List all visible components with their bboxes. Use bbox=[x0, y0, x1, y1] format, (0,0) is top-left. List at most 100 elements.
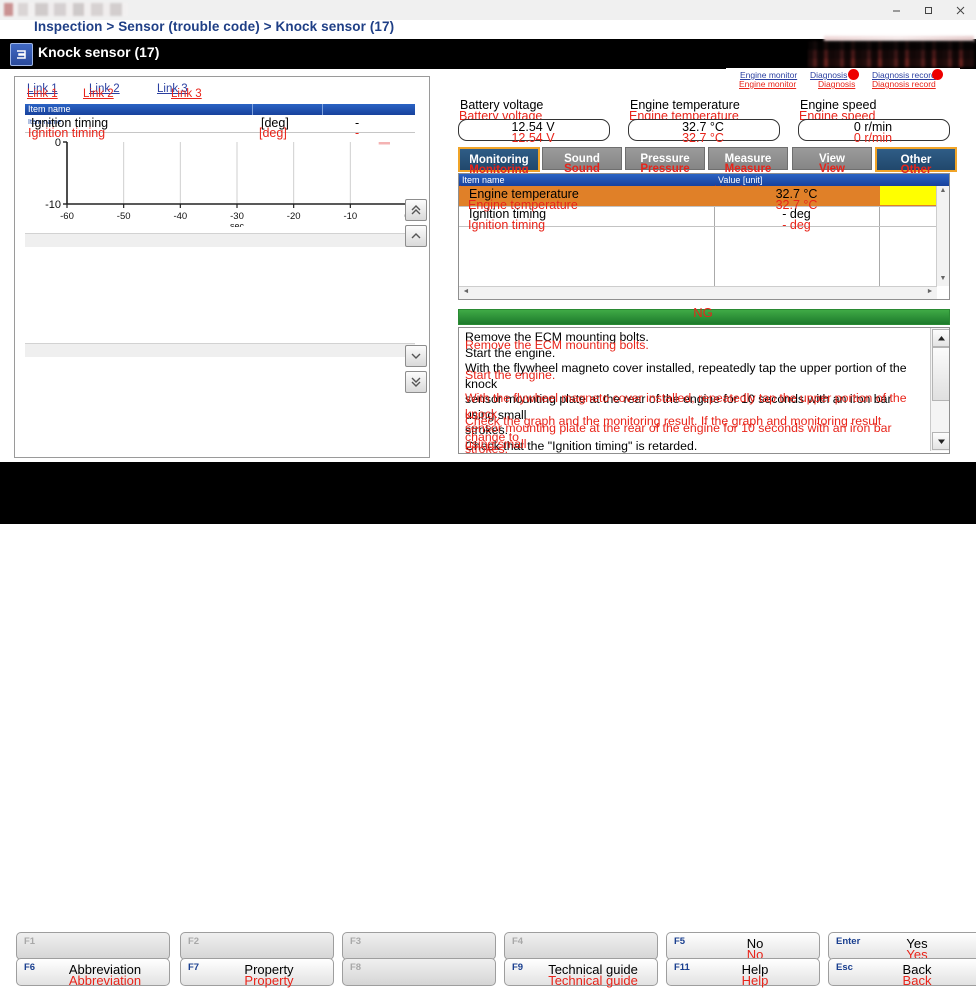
engine-temperature-label: Engine temperature Engine temperature bbox=[629, 98, 740, 123]
graph-empty-area-1 bbox=[25, 247, 415, 343]
graph-panel: Link 1 Link 1 Link 2 Link 2 Link 3 Link … bbox=[14, 76, 430, 458]
engine-monitor-link[interactable]: Engine monitor Engine monitor bbox=[739, 70, 797, 89]
tab-sound[interactable]: Sound Sound bbox=[542, 147, 622, 175]
scrollbar-thumb[interactable] bbox=[932, 347, 949, 401]
status-badge: NG bbox=[693, 305, 713, 320]
tab-pressure[interactable]: Pressure Pressure bbox=[625, 147, 705, 175]
function-key-f7-code: F7 bbox=[188, 962, 200, 973]
function-key-f3-code: F3 bbox=[350, 936, 362, 947]
diagnosis-record-link[interactable]: Diagnosis record Diagnosis record bbox=[872, 70, 936, 89]
engine-speed-label: Engine speed Engine speed bbox=[799, 98, 877, 123]
data-grid-vertical-scrollbar[interactable]: ▲ ▼ bbox=[936, 186, 949, 286]
function-key-f11-code: F11 bbox=[674, 962, 690, 973]
engine-temperature-value: 32.7 °C 32.7 °C bbox=[628, 120, 778, 145]
engine-speed-value: 0 r/min 0 r/min bbox=[798, 120, 948, 145]
graph-grid-row[interactable]: Item name Ignition timing [deg] - Igniti… bbox=[25, 115, 415, 140]
function-key-esc-label: Back Back bbox=[902, 962, 932, 988]
header-redacted-block bbox=[808, 41, 974, 67]
scroll-up-icon[interactable]: ▲ bbox=[938, 187, 948, 197]
function-key-f6-abbreviation[interactable]: F6 Abbreviation Abbreviation bbox=[16, 958, 170, 988]
scroll-down-icon[interactable] bbox=[405, 345, 427, 367]
function-key-f8[interactable]: F8 bbox=[342, 958, 496, 986]
scroll-left-icon[interactable]: ◄ bbox=[461, 288, 471, 298]
function-key-f7-property[interactable]: F7 Property Property bbox=[180, 958, 334, 988]
scroll-page-down-icon[interactable] bbox=[405, 371, 427, 393]
data-grid-header-item-name: Item name Item name bbox=[459, 174, 505, 194]
data-grid-header-value: Value [unit] Value [unit] bbox=[715, 174, 762, 194]
graph-scroll-up-buttons bbox=[405, 199, 427, 251]
tab-other[interactable]: Other Other bbox=[875, 147, 957, 176]
diagnosis-record-status-dot-icon bbox=[932, 69, 943, 80]
function-key-f1-code: F1 bbox=[24, 936, 36, 947]
function-key-f2[interactable]: F2 bbox=[180, 932, 334, 960]
function-key-esc-back[interactable]: Esc Back Back bbox=[828, 958, 976, 988]
function-key-f6-label: Abbreviation Abbreviation bbox=[68, 962, 142, 988]
function-key-f11-help[interactable]: F11 Help Help bbox=[666, 958, 820, 988]
scroll-up-icon[interactable] bbox=[932, 329, 949, 347]
function-key-f8-code: F8 bbox=[350, 962, 362, 973]
function-key-f5-no[interactable]: F5 No No bbox=[666, 932, 820, 962]
link-1-overlay: Link 1 bbox=[27, 88, 58, 100]
link-3-overlay: Link 3 bbox=[171, 88, 202, 100]
scroll-up-icon[interactable] bbox=[405, 225, 427, 247]
svg-text:sec: sec bbox=[230, 221, 245, 227]
graph-grid-header-unit bbox=[253, 104, 323, 115]
function-key-f5-label: No No bbox=[746, 936, 764, 962]
diagnosis-link[interactable]: Diagnosis Diagnosis bbox=[810, 70, 855, 89]
meter-row: Battery voltage Battery voltage 12.54 V … bbox=[456, 98, 956, 148]
function-key-f9-code: F9 bbox=[512, 962, 524, 973]
function-key-bar: F1 F2 F3 F4 F5 No No Enter Yes Yes F6 Abbr… bbox=[0, 462, 976, 988]
scroll-down-icon[interactable]: ▼ bbox=[938, 275, 948, 285]
instruction-overlay-line-6: Check the graph and the monitoring resul… bbox=[465, 414, 882, 444]
battery-voltage-label: Battery voltage Battery voltage bbox=[459, 98, 544, 123]
row-value: - deg - deg bbox=[714, 207, 879, 232]
scroll-down-icon[interactable] bbox=[932, 432, 949, 450]
app-logo-icon bbox=[10, 43, 33, 66]
link-3[interactable]: Link 3 Link 3 bbox=[157, 83, 202, 100]
row-name: Ignition timing Ignition timing bbox=[468, 207, 547, 232]
diagnosis-record-link-overlay: Diagnosis record bbox=[872, 79, 936, 89]
maximize-icon[interactable] bbox=[912, 0, 944, 20]
function-key-enter-yes[interactable]: Enter Yes Yes bbox=[828, 932, 976, 962]
table-row[interactable]: Ignition timing Ignition timing - deg - … bbox=[459, 206, 949, 232]
graph-empty-area-2 bbox=[25, 357, 415, 447]
scroll-page-up-icon[interactable] bbox=[405, 199, 427, 221]
function-key-f7-label: Property Property bbox=[244, 962, 294, 988]
row-flag-cell bbox=[880, 186, 938, 205]
engine-monitor-link-overlay: Engine monitor bbox=[739, 79, 797, 89]
table-row[interactable]: Engine temperature Engine temperature 32… bbox=[459, 186, 949, 212]
instruction-overlay-line-2: Start the engine. bbox=[465, 368, 556, 382]
function-key-f4[interactable]: F4 bbox=[504, 932, 658, 960]
ignition-timing-chart: 0-10-60-50-40-30-20-100sec bbox=[25, 132, 415, 227]
function-key-f1[interactable]: F1 bbox=[16, 932, 170, 960]
graph-grid-header-name: Item name bbox=[25, 104, 253, 115]
svg-text:-50: -50 bbox=[117, 211, 131, 222]
battery-voltage-value: 12.54 V 12.54 V bbox=[458, 120, 608, 145]
close-icon[interactable] bbox=[944, 0, 976, 20]
svg-text:-20: -20 bbox=[287, 211, 301, 222]
window-title-redacted bbox=[4, 3, 128, 16]
monitor-panel: Engine monitor Engine monitor Diagnosis … bbox=[448, 68, 964, 459]
data-grid-header: Item name Item name Value [unit] Value [… bbox=[459, 174, 949, 194]
row-name: Engine temperature Engine temperature bbox=[468, 187, 579, 212]
function-key-f11-label: Help Help bbox=[741, 962, 769, 988]
function-key-f3[interactable]: F3 bbox=[342, 932, 496, 960]
data-grid-horizontal-scrollbar[interactable]: ◄ ► bbox=[459, 286, 937, 299]
tab-view[interactable]: View View bbox=[792, 147, 872, 175]
tab-measure[interactable]: Measure Measure bbox=[708, 147, 788, 175]
diagnosis-status-dot-icon bbox=[848, 69, 859, 80]
tab-monitoring[interactable]: Monitoring Monitoring bbox=[458, 147, 540, 176]
function-key-f9-technical-guide[interactable]: F9 Technical guide Technical guide bbox=[504, 958, 658, 988]
function-key-enter-label: Yes Yes bbox=[906, 936, 928, 962]
breadcrumb: Inspection > Sensor (trouble code) > Kno… bbox=[34, 19, 395, 34]
row-value: 32.7 °C 32.7 °C bbox=[714, 187, 879, 212]
mode-tab-row: Monitoring Monitoring Sound Sound Pressure… bbox=[458, 147, 958, 176]
scroll-right-icon[interactable]: ► bbox=[925, 288, 935, 298]
instruction-overlay-line-1: Remove the ECM mounting bolts. bbox=[465, 338, 649, 352]
link-2[interactable]: Link 2 Link 2 bbox=[83, 83, 120, 100]
link-1[interactable]: Link 1 Link 1 bbox=[27, 83, 58, 100]
minimize-icon[interactable] bbox=[880, 0, 912, 20]
instruction-scrollbar[interactable] bbox=[930, 328, 949, 451]
diagnosis-link-overlay: Diagnosis bbox=[818, 79, 856, 89]
svg-text:-40: -40 bbox=[173, 211, 187, 222]
